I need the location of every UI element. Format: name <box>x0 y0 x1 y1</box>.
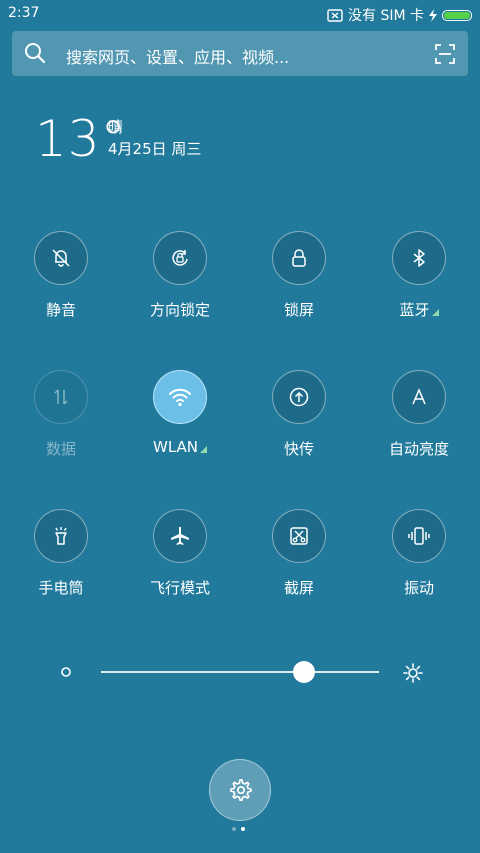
slider-thumb[interactable] <box>292 661 315 683</box>
weather-condition: 晴 <box>108 118 124 136</box>
toggle-flashlight[interactable]: 手电筒 <box>6 509 116 598</box>
toggle-circle[interactable] <box>153 370 207 424</box>
search-input[interactable]: 搜索网页、设置、应用、视频... <box>66 44 289 68</box>
toggle-label: 方向锁定 <box>149 301 210 319</box>
toggle-vibrate[interactable]: 振动 <box>364 509 474 598</box>
toggle-label: 蓝牙 <box>364 299 474 320</box>
more-indicator-icon <box>431 309 439 316</box>
scan-icon[interactable] <box>434 43 456 65</box>
toggle-circle[interactable] <box>272 231 326 285</box>
toggle-rotation-lock[interactable]: 方向锁定 <box>125 231 235 320</box>
more-indicator-icon <box>200 446 207 453</box>
toggle-label: WLAN <box>125 438 235 456</box>
toggle-quick-transfer[interactable]: 快传 <box>244 370 354 459</box>
lock-icon <box>292 249 306 267</box>
toggle-circle[interactable] <box>34 509 88 563</box>
toggle-lock-screen[interactable]: 锁屏 <box>244 231 354 320</box>
toggle-circle[interactable] <box>272 370 326 424</box>
flashlight-icon <box>55 527 67 545</box>
toggle-label: 手电筒 <box>38 579 84 597</box>
slider-track[interactable] <box>101 671 379 673</box>
screenshot-icon <box>290 527 308 545</box>
status-right: 没有 SIM 卡 <box>327 5 472 25</box>
search-icon <box>25 43 46 64</box>
toggle-circle[interactable] <box>392 231 446 285</box>
quick-transfer-icon <box>289 387 309 407</box>
toggle-circle[interactable] <box>272 509 326 563</box>
toggle-circle[interactable] <box>153 509 207 563</box>
bell-off-icon <box>52 249 70 267</box>
bluetooth-icon <box>413 249 425 267</box>
toggle-auto-brightness[interactable]: 自动亮度 <box>364 370 474 459</box>
status-bar: 2:37 没有 SIM 卡 <box>0 0 480 28</box>
toggle-wlan[interactable]: WLAN <box>125 370 235 456</box>
toggle-circle[interactable] <box>153 231 207 285</box>
page-indicator <box>232 827 245 831</box>
rotation-lock-icon <box>172 250 188 266</box>
toggle-bluetooth[interactable]: 蓝牙 <box>364 231 474 320</box>
toggle-label: 静音 <box>45 301 76 319</box>
battery-fill <box>444 11 470 19</box>
toggle-circle[interactable] <box>34 231 88 285</box>
toggle-screenshot[interactable]: 截屏 <box>244 509 354 598</box>
airplane-icon <box>171 527 189 545</box>
toggle-circle[interactable] <box>34 370 88 424</box>
toggle-circle[interactable] <box>392 370 446 424</box>
battery-icon <box>442 9 472 21</box>
toggle-label: 振动 <box>403 579 434 597</box>
toggle-label: 自动亮度 <box>388 440 449 458</box>
vibrate-icon <box>408 527 430 545</box>
brightness-high-icon <box>403 663 423 683</box>
brightness-low-icon <box>61 667 71 677</box>
charging-icon <box>429 8 437 22</box>
toggle-label: 飞行模式 <box>149 579 210 597</box>
toggle-label: 锁屏 <box>283 301 314 319</box>
mobile-data-icon <box>54 389 68 405</box>
toggle-label: 数据 <box>45 440 76 458</box>
no-sim-icon <box>327 8 343 22</box>
page-dot <box>232 827 236 831</box>
weather-date: 4月25日 周三 <box>108 140 202 158</box>
wifi-icon <box>169 388 191 407</box>
page-dot <box>241 827 245 831</box>
toggle-circle[interactable] <box>392 509 446 563</box>
toggle-airplane[interactable]: 飞行模式 <box>125 509 235 598</box>
sim-status: 没有 SIM 卡 <box>348 8 424 24</box>
toggle-label: 快传 <box>283 440 314 458</box>
auto-brightness-icon <box>412 388 426 405</box>
toggle-mobile-data[interactable]: 数据 <box>6 370 116 459</box>
search-bar[interactable]: 搜索网页、设置、应用、视频... <box>12 31 468 76</box>
settings-button[interactable] <box>209 759 271 821</box>
brightness-slider[interactable] <box>60 660 430 684</box>
status-time: 2:37 <box>8 5 40 21</box>
gear-icon <box>230 779 252 802</box>
toggle-label: 截屏 <box>283 579 314 597</box>
toggle-mute[interactable]: 静音 <box>6 231 116 320</box>
